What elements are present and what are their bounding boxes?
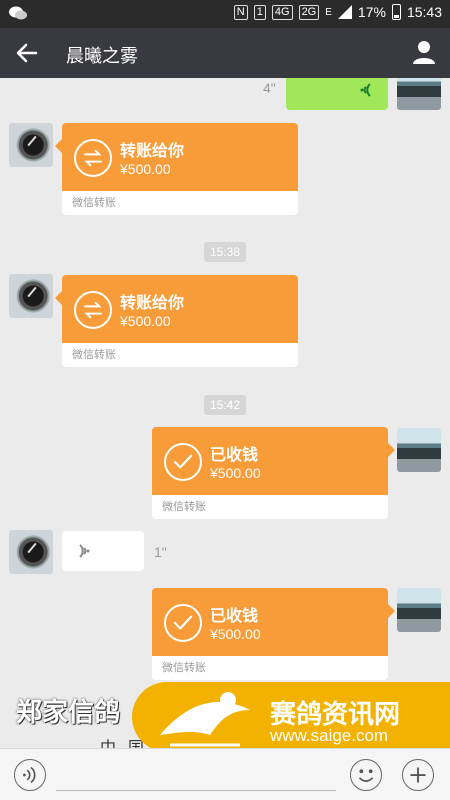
network-e: E (325, 6, 332, 18)
transfer-amount: ¥500.00 (120, 161, 171, 177)
transfer-title: 已收钱 (210, 608, 259, 625)
message-input[interactable] (56, 761, 336, 791)
transfer-message[interactable]: 已收钱 ¥500.00 微信转账 (152, 588, 395, 680)
transfer-footer: 微信转账 (62, 191, 298, 215)
transfer-amount: ¥500.00 (210, 626, 261, 642)
voice-wave-icon (79, 544, 90, 558)
transfer-arrows-icon (74, 291, 112, 329)
checkmark-icon (164, 443, 202, 481)
network-4g: 4G (271, 4, 293, 20)
wechat-notification-icon (9, 6, 27, 20)
voice-duration: 1" (154, 544, 167, 560)
avatar[interactable] (397, 78, 441, 110)
chat-header: 晨曦之雾 (0, 28, 450, 78)
transfer-title: 转账给你 (120, 143, 185, 160)
battery-percent: 17% (357, 4, 386, 20)
avatar[interactable] (9, 274, 53, 318)
transfer-footer: 微信转账 (152, 495, 388, 519)
transfer-footer: 微信转账 (62, 343, 298, 367)
signal-icon (337, 5, 352, 19)
network-2g: 2G (298, 4, 320, 20)
plus-icon[interactable] (402, 759, 434, 791)
voice-input-icon[interactable] (14, 759, 46, 791)
checkmark-icon (164, 604, 202, 642)
status-bar: N 1 4G 2G E 17% 15:43 (0, 0, 450, 28)
sim-icon: 1 (253, 4, 266, 20)
transfer-footer: 微信转账 (152, 656, 388, 680)
voice-wave-icon (360, 83, 371, 97)
avatar[interactable] (397, 428, 441, 472)
voice-message[interactable] (62, 531, 144, 571)
transfer-message[interactable]: 已收钱 ¥500.00 微信转账 (152, 427, 395, 519)
transfer-amount: ¥500.00 (120, 313, 171, 329)
chat-area[interactable]: 4" 转账给你 ¥500.00 微信转账 15:38 转账给你 ¥500.00 … (0, 78, 450, 748)
arrow-left-icon[interactable] (14, 40, 40, 66)
transfer-message[interactable]: 转账给你 ¥500.00 微信转账 (55, 123, 298, 215)
person-icon[interactable] (410, 38, 438, 66)
timestamp: 15:42 (203, 395, 247, 415)
nfc-icon: N (233, 4, 248, 20)
avatar[interactable] (9, 123, 53, 167)
emoji-icon[interactable] (350, 759, 382, 791)
transfer-title: 转账给你 (120, 295, 185, 312)
avatar[interactable] (9, 530, 53, 574)
transfer-arrows-icon (74, 139, 112, 177)
input-bar (0, 748, 450, 800)
timestamp: 15:38 (203, 242, 247, 262)
avatar[interactable] (397, 588, 441, 632)
clock: 15:43 (406, 4, 442, 20)
voice-message[interactable] (286, 78, 388, 110)
transfer-title: 已收钱 (210, 447, 259, 464)
transfer-amount: ¥500.00 (210, 465, 261, 481)
battery-icon (391, 4, 401, 20)
voice-duration: 4" (263, 80, 276, 96)
transfer-message[interactable]: 转账给你 ¥500.00 微信转账 (55, 275, 298, 367)
chat-title: 晨曦之雾 (66, 46, 138, 66)
